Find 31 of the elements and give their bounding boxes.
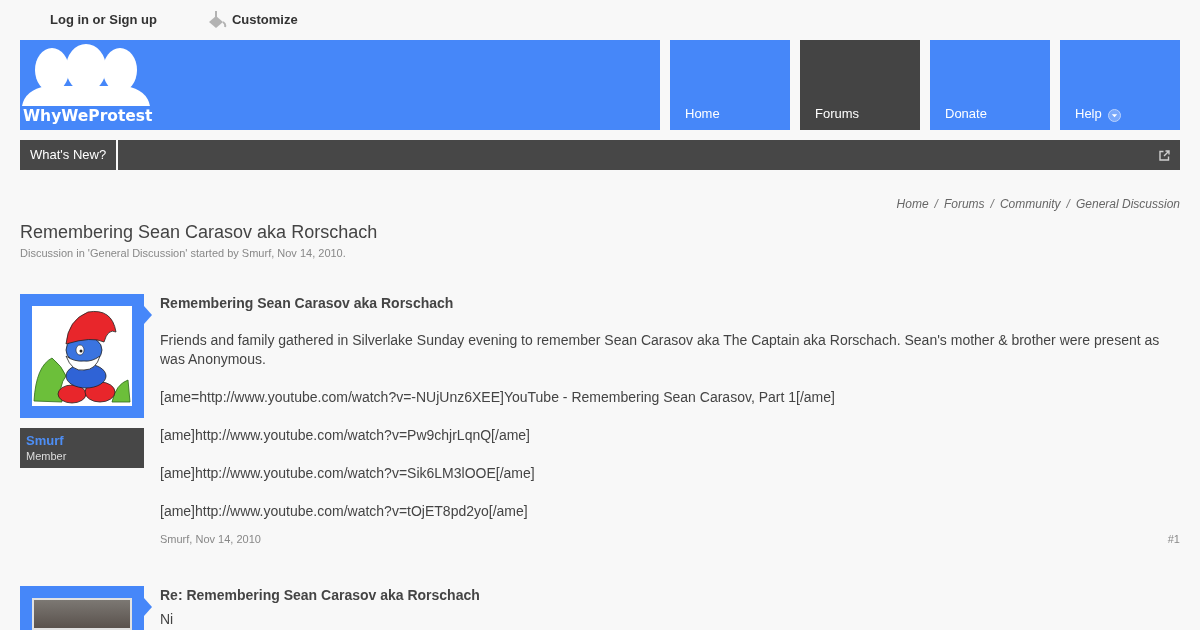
whats-new-tab[interactable]: What's New?: [20, 140, 119, 170]
username-link[interactable]: Smurf: [26, 432, 64, 449]
post-text: Ni: [160, 610, 175, 629]
login-link[interactable]: Log in or Sign up: [50, 12, 157, 28]
people-icon: [22, 44, 150, 106]
thread-title: Remembering Sean Carasov aka Rorschach: [20, 221, 379, 243]
nav-tab[interactable]: Home: [670, 40, 790, 130]
thread-meta: Discussion in 'General Discussion' started by Smurf, Nov 14, 2010.: [20, 246, 347, 260]
breadcrumb-link[interactable]: Home: [896, 197, 929, 211]
post-text: Friends and family gathered in Silverlake Sunday evening to remember Sean Carasov aka The Captain aka Rorschach. Sean's mother & brother were present as was Anonymous.: [160, 331, 1161, 369]
nav-tab[interactable]: Donate: [930, 40, 1050, 130]
post-title: Remembering Sean Carasov aka Rorschach: [160, 294, 455, 312]
external-link-icon: [1159, 149, 1170, 161]
breadcrumb-separator: /: [934, 197, 938, 211]
breadcrumb-link[interactable]: General Discussion: [1075, 197, 1180, 211]
breadcrumb-link[interactable]: Community: [999, 197, 1061, 211]
breadcrumb-link[interactable]: Forums: [943, 197, 985, 211]
breadcrumb-separator: /: [1066, 197, 1070, 211]
post-text: [ame]http://www.youtube.com/watch?v=Sik6LM3lOOE[/ame]: [160, 464, 536, 483]
post-title: Re: Remembering Sean Carasov aka Rorschach: [160, 586, 481, 604]
nav-tab[interactable]: Help: [1060, 40, 1180, 130]
customize-link[interactable]: Customize: [206, 10, 298, 30]
post-text: [ame]http://www.youtube.com/watch?v=Pw9chjrLqnQ[/ame]: [160, 426, 531, 445]
breadcrumb-separator: /: [990, 197, 994, 211]
post-text: [ame]http://www.youtube.com/watch?v=tOjET8pd2yo[/ame]: [160, 502, 529, 521]
post-byline-link[interactable]: Smurf, Nov 14, 2010: [160, 532, 261, 546]
post-number-link[interactable]: #1: [1167, 532, 1180, 546]
logo-text: WhyWeProtest: [22, 106, 153, 126]
post-text: [ame=http://www.youtube.com/watch?v=-NUjUnz6XEE]YouTube - Remembering Sean Carasov, Part 1[/ame]: [160, 388, 836, 407]
user-role: Member: [26, 449, 67, 463]
nav-tab[interactable]: Forums: [800, 40, 920, 130]
